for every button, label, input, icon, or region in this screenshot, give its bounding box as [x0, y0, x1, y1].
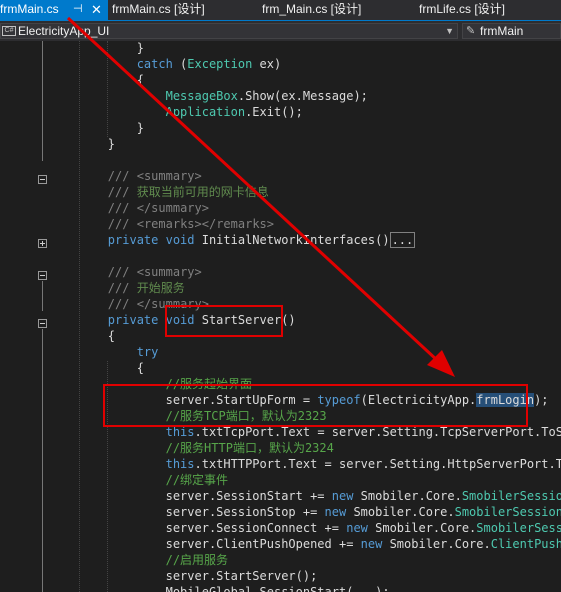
annotation-arrow [66, 16, 455, 377]
